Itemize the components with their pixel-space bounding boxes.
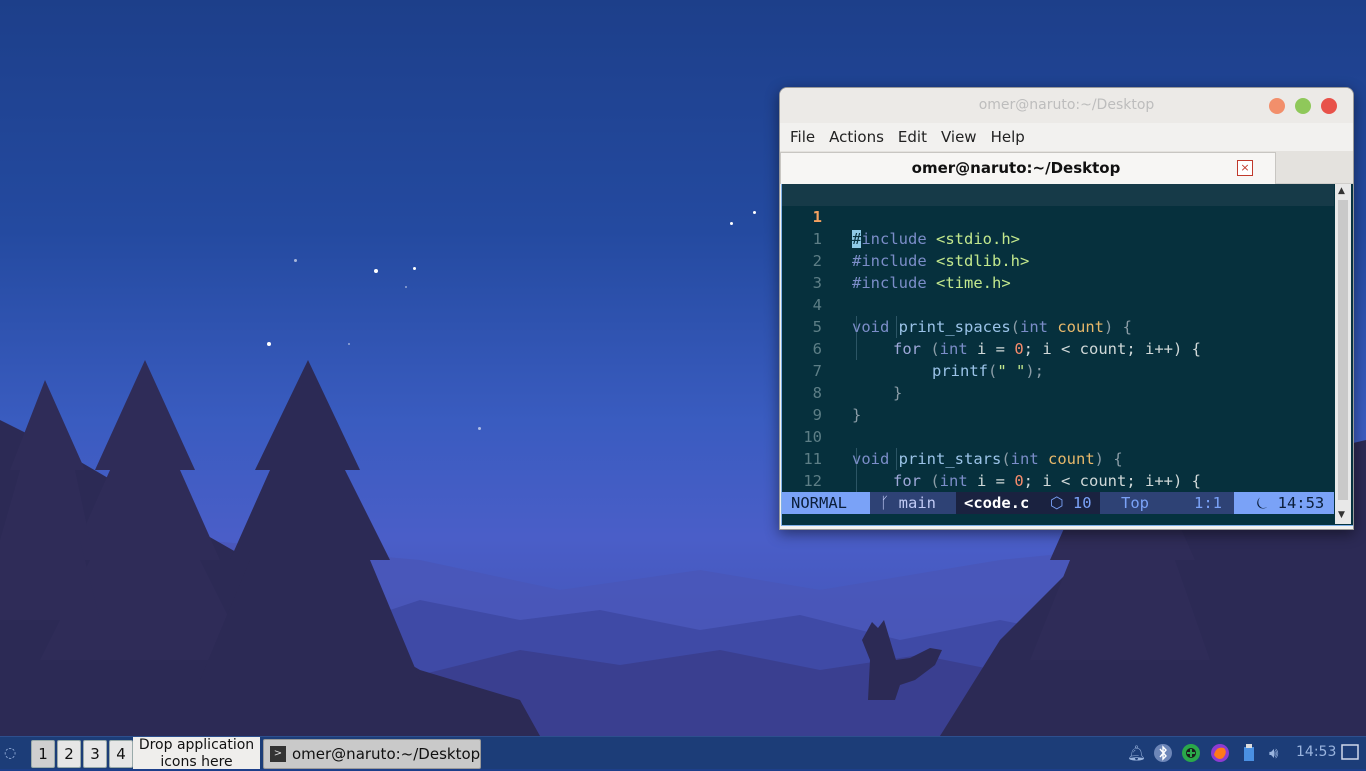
tab-title: omer@naruto:~/Desktop xyxy=(911,159,1121,177)
taskbar-clock[interactable]: 14:53 xyxy=(1296,744,1336,760)
vertical-scrollbar[interactable]: ▲ ▼ xyxy=(1335,184,1351,524)
code-line: 5 for (int i = 0; i < count; i++) { xyxy=(782,294,1334,358)
code-line: 3 xyxy=(782,250,1334,292)
git-branch: ᚴ main xyxy=(870,492,956,514)
notification-bell-icon[interactable]: 🔔︎ xyxy=(1127,743,1146,763)
code-line: 4 void print_spaces(int count) { xyxy=(782,272,1334,336)
code-line: 8 } xyxy=(782,360,1334,424)
menu-actions[interactable]: Actions xyxy=(829,128,884,146)
task-label: omer@naruto:~/Desktop xyxy=(292,745,481,763)
code-editor[interactable]: 1 #include <stdio.h> 1 #include <stdlib.… xyxy=(782,184,1334,492)
scroll-up-icon[interactable]: ▲ xyxy=(1338,186,1345,196)
scroll-down-icon[interactable]: ▼ xyxy=(1338,510,1345,520)
code-line: 13 } xyxy=(782,470,1334,492)
firefox-icon[interactable] xyxy=(1210,743,1230,763)
minimize-button[interactable] xyxy=(1269,98,1285,114)
menu-help[interactable]: Help xyxy=(991,128,1025,146)
code-line: 7 } xyxy=(782,338,1334,402)
cursor-position: 1:1 xyxy=(1178,492,1234,514)
workspace-3[interactable]: 3 xyxy=(83,740,107,768)
close-button[interactable] xyxy=(1321,98,1337,114)
terminal-window[interactable]: omer@naruto:~/Desktop File Actions Edit … xyxy=(779,87,1354,530)
code-line: 1 #include <stdio.h> xyxy=(782,184,1334,248)
taskbar: ◌ 1 2 3 4 Drop application icons here > … xyxy=(0,736,1366,770)
window-title: omer@naruto:~/Desktop xyxy=(978,97,1155,113)
app-menu-icon[interactable]: ◌ xyxy=(4,743,16,763)
removable-drive-icon[interactable] xyxy=(1242,743,1256,763)
git-branch-icon: ᚴ xyxy=(880,494,890,512)
maximize-button[interactable] xyxy=(1295,98,1311,114)
terminal-tab[interactable]: omer@naruto:~/Desktop × xyxy=(780,152,1276,184)
code-line: 2 #include <time.h> xyxy=(782,228,1334,292)
terminal-content[interactable]: 1 #include <stdio.h> 1 #include <stdlib.… xyxy=(781,184,1353,526)
clock-icon: ⏾ xyxy=(1256,494,1269,512)
vim-statusline: NORMAL ᚴ main <code.c ⬡ 10 Top 1:1 ⏾ 14:… xyxy=(782,492,1334,514)
workspace-2[interactable]: 2 xyxy=(57,740,81,768)
file-name: <code.c xyxy=(956,492,1034,514)
scrollbar-thumb[interactable] xyxy=(1338,200,1348,500)
bluetooth-icon[interactable] xyxy=(1154,743,1172,763)
workspace-4[interactable]: 4 xyxy=(109,740,133,768)
window-titlebar[interactable]: omer@naruto:~/Desktop xyxy=(780,88,1353,123)
menu-file[interactable]: File xyxy=(790,128,815,146)
network-icon[interactable] xyxy=(1181,743,1201,763)
task-terminal[interactable]: > omer@naruto:~/Desktop xyxy=(263,739,481,769)
tab-bar: omer@naruto:~/Desktop × xyxy=(780,151,1353,184)
code-line: 10 void print_stars(int count) { xyxy=(782,404,1334,468)
tab-close-icon[interactable]: × xyxy=(1237,160,1253,176)
mode-indicator: NORMAL xyxy=(782,492,870,514)
statusline-clock: ⏾ 14:53 xyxy=(1244,492,1334,514)
show-desktop-icon[interactable] xyxy=(1341,743,1359,763)
quick-launch-area[interactable]: Drop application icons here xyxy=(133,737,260,770)
code-line: 12 printf("*"); xyxy=(782,448,1334,490)
package-icon: ⬡ xyxy=(1050,494,1064,512)
scroll-position: Top xyxy=(1100,492,1178,514)
terminal-icon: > xyxy=(270,746,286,762)
menu-view[interactable]: View xyxy=(941,128,977,146)
code-line: 6 printf(" "); xyxy=(782,316,1334,380)
menu-bar: File Actions Edit View Help xyxy=(780,123,1353,151)
code-line: 11 for (int i = 0; i < count; i++) { xyxy=(782,426,1334,490)
volume-icon[interactable]: 🔊︎ xyxy=(1269,743,1278,763)
code-line: 1 #include <stdlib.h> xyxy=(782,206,1334,270)
menu-edit[interactable]: Edit xyxy=(898,128,927,146)
code-line: 9 xyxy=(782,382,1334,424)
workspace-1[interactable]: 1 xyxy=(31,740,55,768)
